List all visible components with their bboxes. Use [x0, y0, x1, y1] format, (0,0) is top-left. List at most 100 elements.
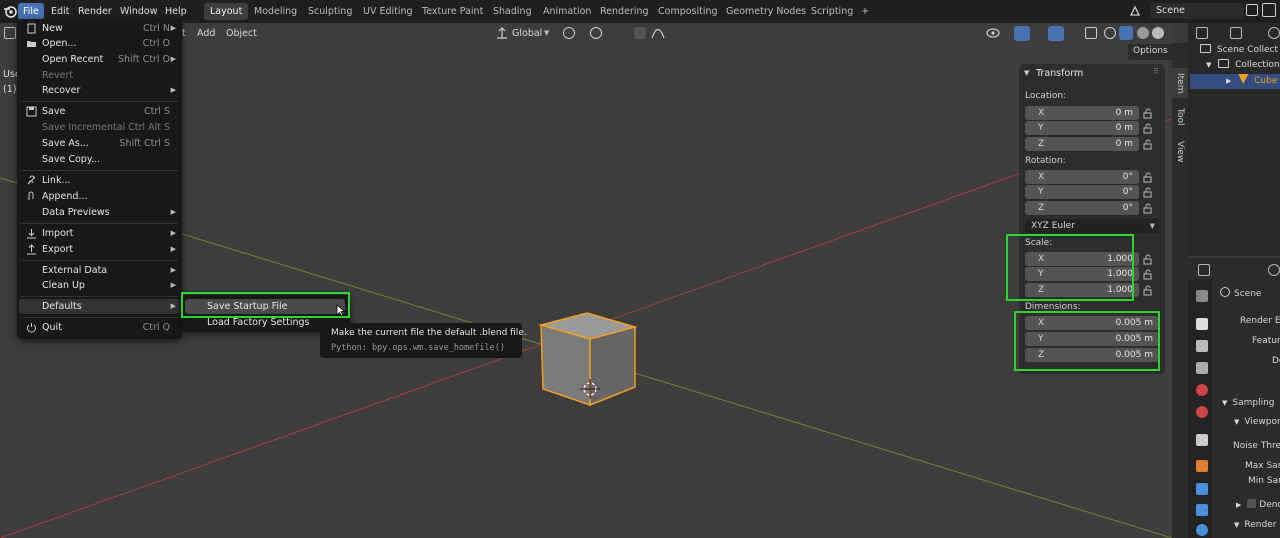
rotation-z-field[interactable]: Z 0° — [1025, 201, 1139, 215]
menu-item-open-recent[interactable]: Open Recent Shift Ctrl O ▶ — [19, 52, 180, 67]
menu-item-append[interactable]: Append... — [19, 189, 180, 204]
menu-help[interactable]: Help — [160, 3, 192, 20]
snap-icon[interactable] — [590, 27, 602, 39]
lock-icon[interactable] — [1143, 139, 1154, 150]
filter-icon[interactable] — [1230, 27, 1242, 39]
object-menu[interactable]: Object — [222, 26, 261, 42]
output-icon[interactable] — [1196, 340, 1208, 352]
add-workspace-button[interactable]: + — [855, 3, 875, 20]
menu-item-new[interactable]: New Ctrl N ▶ — [19, 21, 180, 36]
location-z-field[interactable]: Z0 m — [1025, 137, 1139, 151]
menu-item-external-data[interactable]: External Data ▶ — [19, 263, 180, 278]
tab-shading[interactable]: Shading — [487, 3, 538, 20]
shading-wireframe-icon[interactable] — [1104, 27, 1116, 39]
menu-item-open[interactable]: Open... Ctrl O — [19, 36, 180, 51]
editor-type-icon[interactable] — [4, 27, 16, 39]
modifier-icon[interactable] — [1196, 483, 1208, 495]
menu-item-import[interactable]: Import ▶ — [19, 226, 180, 241]
menu-render[interactable]: Render — [73, 3, 117, 20]
shading-solid-icon[interactable] — [1119, 26, 1133, 40]
tab-texture-paint[interactable]: Texture Paint — [416, 3, 489, 20]
location-y-field[interactable]: Y0 m — [1025, 121, 1139, 135]
copy-scene-icon[interactable] — [1246, 4, 1258, 16]
menu-file[interactable]: File — [18, 3, 44, 20]
menu-edit[interactable]: Edit — [46, 3, 74, 20]
menu-window[interactable]: Window — [115, 3, 162, 20]
menu-item-export[interactable]: Export ▶ — [19, 242, 180, 257]
chevron-down-icon[interactable]: ▼ — [1024, 69, 1029, 77]
menu-item-quit[interactable]: Quit Ctrl Q — [19, 320, 180, 335]
tab-rendering[interactable]: Rendering — [594, 3, 655, 20]
drag-handle-icon[interactable]: ⠿ — [1153, 67, 1159, 76]
tab-scripting[interactable]: Scripting — [805, 3, 859, 20]
tab-geometry-nodes[interactable]: Geometry Nodes — [720, 3, 812, 20]
menu-item-data-previews[interactable]: Data Previews ▶ — [19, 205, 180, 220]
gizmo-toggle-icon[interactable] — [1014, 26, 1030, 41]
shading-material-icon[interactable] — [1137, 27, 1149, 39]
scene-icon[interactable] — [1196, 384, 1208, 396]
outliner-editor-icon[interactable] — [1196, 27, 1208, 39]
outliner-row-collection[interactable]: ▼ Collection — [1190, 58, 1280, 73]
scene-selector-icon[interactable] — [1128, 4, 1142, 18]
proportional-edit-icon[interactable] — [634, 27, 646, 39]
lock-icon[interactable] — [1143, 285, 1154, 296]
menu-item-link[interactable]: Link... — [19, 173, 180, 188]
sampling-header[interactable]: ▼ Sampling — [1222, 396, 1275, 411]
denoise-checkbox[interactable] — [1247, 499, 1257, 508]
shading-rendered-icon[interactable] — [1152, 27, 1164, 39]
lock-icon[interactable] — [1143, 123, 1154, 134]
orientation-dropdown[interactable]: Global — [508, 26, 546, 42]
tab-animation[interactable]: Animation — [537, 3, 597, 20]
outliner-row-cube[interactable]: ▶ Cube — [1190, 74, 1280, 89]
tab-tool[interactable]: Tool — [1172, 104, 1188, 130]
overlay-toggle-icon[interactable] — [1048, 26, 1064, 41]
menu-item-save-copy[interactable]: Save Copy... — [19, 152, 180, 167]
menu-item-recover[interactable]: Recover ▶ — [19, 83, 180, 98]
new-scene-icon[interactable] — [1262, 3, 1276, 17]
lock-icon[interactable] — [1143, 254, 1154, 265]
tool-icon[interactable] — [1196, 290, 1208, 302]
menu-item-save[interactable]: Save Ctrl S — [19, 104, 180, 119]
blender-logo-icon[interactable] — [3, 4, 17, 18]
chevron-right-icon[interactable]: ▶ — [1226, 77, 1231, 85]
xray-toggle-icon[interactable] — [1085, 27, 1097, 39]
rotation-x-field[interactable]: X 0° — [1025, 170, 1139, 184]
tab-compositing[interactable]: Compositing — [652, 3, 724, 20]
tab-view[interactable]: View — [1172, 138, 1188, 166]
tab-item[interactable]: Item — [1172, 68, 1188, 98]
rotation-y-field[interactable]: Y 0° — [1025, 185, 1139, 199]
search-icon[interactable] — [1268, 264, 1280, 276]
menu-item-clean-up[interactable]: Clean Up ▶ — [19, 278, 180, 293]
lock-icon[interactable] — [1143, 203, 1154, 214]
tab-sculpting[interactable]: Sculpting — [302, 3, 358, 20]
location-x-field[interactable]: X0 m — [1025, 106, 1139, 120]
collection-icon[interactable] — [1196, 434, 1208, 446]
add-menu[interactable]: Add — [193, 26, 219, 42]
render-icon[interactable] — [1196, 318, 1208, 330]
physics-icon[interactable] — [1196, 524, 1208, 536]
render-subheader[interactable]: ▼ Render — [1234, 518, 1276, 533]
tab-layout[interactable]: Layout — [204, 3, 249, 20]
lock-icon[interactable] — [1143, 187, 1154, 198]
menu-item-defaults[interactable]: Defaults ▶ — [19, 299, 180, 314]
visibility-icon[interactable] — [986, 27, 1000, 39]
falloff-icon[interactable] — [651, 27, 665, 39]
search-icon[interactable] — [1268, 27, 1280, 39]
scene-name-field[interactable]: Scene — [1150, 3, 1244, 19]
particles-icon[interactable] — [1196, 504, 1208, 516]
lock-icon[interactable] — [1143, 108, 1154, 119]
object-icon[interactable] — [1196, 460, 1208, 472]
tab-modeling[interactable]: Modeling — [248, 3, 303, 20]
world-icon[interactable] — [1196, 406, 1208, 418]
rotation-mode-dropdown[interactable]: XYZ Euler ▼ — [1025, 219, 1159, 233]
properties-editor-icon[interactable] — [1198, 264, 1210, 276]
menu-item-save-as[interactable]: Save As... Shift Ctrl S — [19, 136, 180, 151]
tab-uv-editing[interactable]: UV Editing — [357, 3, 419, 20]
transform-title[interactable]: Transform — [1036, 68, 1083, 79]
lock-icon[interactable] — [1143, 172, 1154, 183]
viewport-subheader[interactable]: ▼ Viewpor — [1234, 415, 1280, 430]
view-layer-icon[interactable] — [1196, 362, 1208, 374]
pivot-icon[interactable] — [563, 27, 575, 39]
denoise-subheader[interactable]: ▶ Deno — [1236, 498, 1280, 513]
outliner-row-scene-collection[interactable]: Scene Collect — [1190, 43, 1278, 58]
